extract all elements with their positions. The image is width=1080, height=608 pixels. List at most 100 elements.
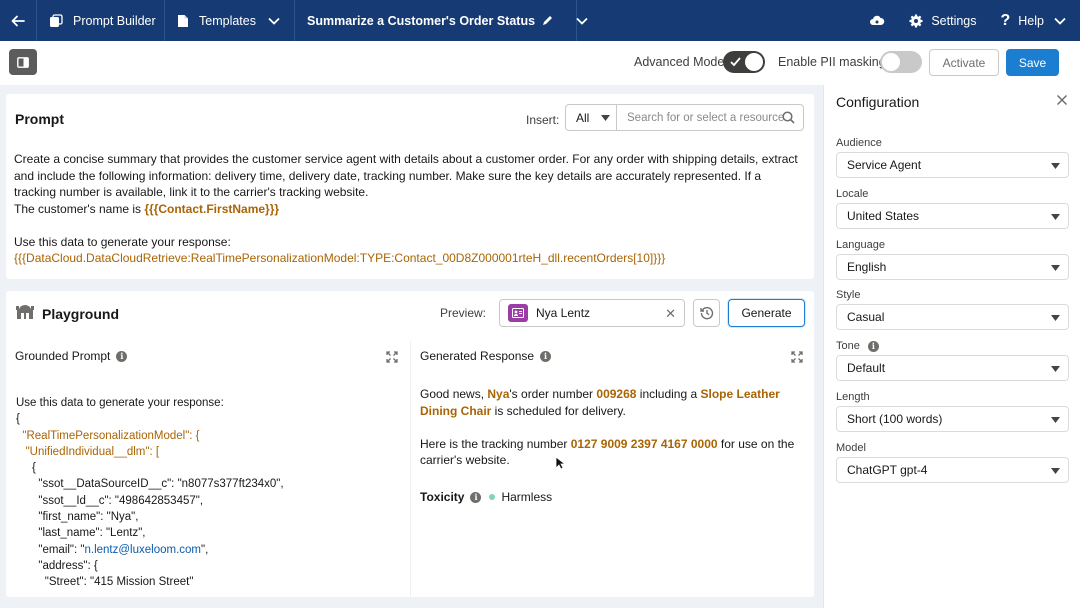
grounded-line: "RealTimePersonalizationModel": { bbox=[16, 429, 200, 442]
document-icon bbox=[177, 14, 189, 28]
prompt-instruction-text: Create a concise summary that provides t… bbox=[14, 152, 798, 199]
grounded-line: "address": { bbox=[16, 559, 98, 572]
settings-button[interactable]: Settings bbox=[897, 14, 988, 28]
grounded-line: "first_name": "Nya", bbox=[16, 511, 139, 524]
question-icon: ? bbox=[1000, 11, 1011, 29]
clear-selection-icon[interactable]: ✕ bbox=[665, 306, 676, 322]
nav-prompt-builder[interactable]: Prompt Builder bbox=[37, 0, 165, 41]
grounded-prompt-label: Grounded Prompt bbox=[15, 349, 111, 363]
mouse-cursor-icon bbox=[555, 456, 565, 470]
prompt-builder-icon bbox=[49, 13, 63, 28]
prompt-customer-line: The customer's name is {{{Contact.FirstN… bbox=[14, 201, 280, 216]
nav-templates-tab[interactable]: Templates bbox=[165, 0, 295, 41]
preview-label: Preview: bbox=[440, 306, 487, 320]
generated-response-label: Generated Response bbox=[420, 349, 535, 363]
select-value: Casual bbox=[847, 310, 885, 325]
back-button[interactable] bbox=[0, 0, 37, 41]
nav-current-template-tab[interactable]: Summarize a Customer's Order Status bbox=[295, 0, 588, 41]
select-length[interactable]: Short (100 words) bbox=[836, 406, 1069, 432]
field-label-language: Language bbox=[836, 238, 885, 251]
help-label: Help bbox=[1018, 13, 1044, 28]
settings-label: Settings bbox=[931, 13, 977, 28]
insert-label: Insert: bbox=[526, 113, 560, 127]
select-model[interactable]: ChatGPT gpt-4 bbox=[836, 456, 1069, 483]
select-style[interactable]: Casual bbox=[836, 304, 1069, 331]
nav-utility-area: Settings ? Help bbox=[857, 0, 1080, 41]
expand-icon[interactable] bbox=[791, 351, 803, 366]
caret-down-icon bbox=[1051, 213, 1060, 220]
builder-toolbar: Advanced Mode Enable PII masking Activat… bbox=[0, 41, 1080, 85]
resource-search-input[interactable]: Search for or select a resource bbox=[617, 104, 804, 131]
activate-button[interactable]: Activate bbox=[929, 49, 999, 76]
caret-down-icon bbox=[1051, 315, 1060, 322]
grounded-line: { bbox=[16, 462, 36, 475]
merge-field-datacloud: {{{DataCloud.DataCloudRetrieve:RealTimeP… bbox=[14, 251, 666, 265]
grounded-prompt-json: Use this data to generate your response:… bbox=[16, 395, 284, 591]
select-locale[interactable]: United States bbox=[836, 202, 1069, 229]
configuration-title: Configuration bbox=[836, 94, 920, 110]
grounded-line: "last_name": "Lentz", bbox=[16, 527, 146, 540]
grounded-line: "Street": "415 Mission Street" bbox=[16, 576, 194, 589]
prompt-title: Prompt bbox=[15, 111, 64, 127]
preview-record-name: Nya Lentz bbox=[536, 306, 591, 320]
status-dot-icon bbox=[489, 494, 496, 500]
history-button[interactable] bbox=[693, 299, 720, 327]
generated-response-heading: Generated Response i bbox=[420, 349, 552, 363]
field-label-locale: Locale bbox=[836, 187, 869, 200]
pencil-icon[interactable] bbox=[541, 14, 554, 27]
info-icon[interactable]: i bbox=[116, 350, 128, 362]
select-language[interactable]: English bbox=[836, 253, 1069, 280]
save-button[interactable]: Save bbox=[1006, 49, 1059, 76]
info-icon[interactable]: i bbox=[540, 350, 552, 362]
caret-down-icon bbox=[1051, 264, 1060, 271]
field-label-tone: Tone i bbox=[836, 340, 879, 352]
select-value: Short (100 words) bbox=[847, 412, 943, 426]
expand-icon[interactable] bbox=[386, 351, 398, 366]
select-audience[interactable]: Service Agent bbox=[836, 152, 1069, 178]
select-value: United States bbox=[847, 208, 920, 223]
response-paragraph-2: Here is the tracking number 0127 9009 23… bbox=[420, 436, 795, 468]
close-icon[interactable] bbox=[1056, 94, 1068, 109]
merge-field-first-name: {{{Contact.FirstName}}} bbox=[144, 201, 280, 216]
response-paragraph-1: Good news, Nya's order number 009268 inc… bbox=[420, 387, 780, 418]
panel-icon bbox=[17, 56, 29, 68]
playground-card: Playground Preview: Nya Lentz ✕ Generate… bbox=[6, 291, 814, 597]
field-label-audience: Audience bbox=[836, 137, 882, 149]
caret-down-icon bbox=[1051, 417, 1060, 423]
arrow-left-icon bbox=[11, 15, 25, 26]
info-icon[interactable]: i bbox=[470, 491, 482, 503]
page-title: Summarize a Customer's Order Status bbox=[307, 13, 536, 28]
grounded-line: "UnifiedIndividual__dlm": [ bbox=[16, 445, 160, 458]
tracking-number-highlight: 0127 9009 2397 4167 0000 bbox=[570, 436, 718, 451]
cloud-icon[interactable] bbox=[857, 14, 897, 28]
search-icon bbox=[782, 111, 795, 124]
history-icon bbox=[699, 307, 713, 320]
grounded-line: Use this data to generate your response: bbox=[16, 397, 224, 409]
insert-type-select[interactable]: All bbox=[565, 104, 617, 131]
customer-name-highlight: Nya bbox=[487, 387, 510, 401]
info-icon[interactable]: i bbox=[867, 340, 879, 352]
help-button[interactable]: ? Help bbox=[989, 12, 1080, 30]
chevron-down-icon[interactable] bbox=[268, 17, 280, 25]
grounded-prompt-heading: Grounded Prompt i bbox=[15, 349, 128, 363]
nav-prompt-builder-label: Prompt Builder bbox=[73, 13, 156, 28]
insert-type-value: All bbox=[576, 110, 590, 125]
preview-record-lookup[interactable]: Nya Lentz ✕ bbox=[499, 299, 685, 327]
field-label-length: Length bbox=[836, 391, 870, 403]
select-value: ChatGPT gpt-4 bbox=[847, 462, 928, 477]
prompt-card: Prompt Insert: All Search for or select … bbox=[6, 94, 814, 279]
chevron-down-icon[interactable] bbox=[576, 17, 588, 25]
toxicity-label: Toxicity bbox=[420, 490, 465, 504]
prompt-data-line: Use this data to generate your response: bbox=[14, 234, 231, 249]
prompt-template-editor[interactable]: Create a concise summary that provides t… bbox=[14, 151, 806, 267]
generate-button[interactable]: Generate bbox=[728, 299, 805, 327]
nav-templates-label: Templates bbox=[199, 13, 256, 28]
select-tone[interactable]: Default bbox=[836, 355, 1069, 382]
grounded-prompt-content[interactable]: Use this data to generate your response:… bbox=[6, 371, 410, 597]
select-value: Service Agent bbox=[847, 158, 922, 172]
chevron-down-icon bbox=[1054, 17, 1066, 25]
pii-masking-toggle[interactable] bbox=[880, 51, 922, 73]
advanced-mode-toggle[interactable] bbox=[723, 51, 765, 73]
resource-search-placeholder: Search for or select a resource bbox=[627, 111, 785, 124]
toggle-panel-button[interactable] bbox=[9, 49, 37, 75]
